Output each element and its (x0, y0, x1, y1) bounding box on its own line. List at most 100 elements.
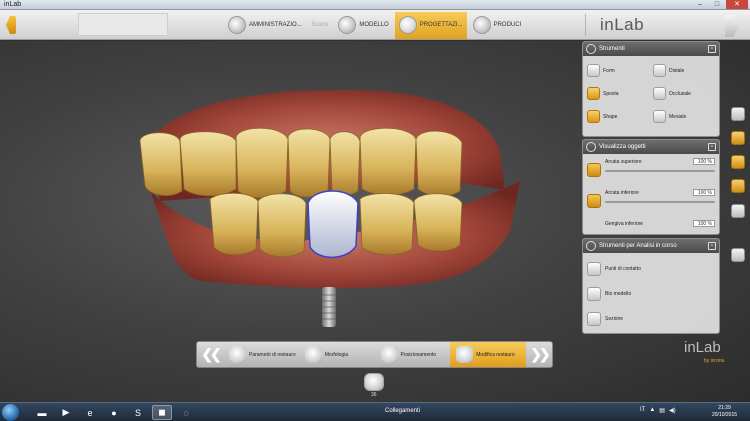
window-title: inLab (4, 1, 22, 8)
analysis-tools-panel: Strumenti per Analisi in corso ▫ Punti d… (582, 238, 720, 334)
analysis-contact-points[interactable]: Punti di contatto (587, 259, 717, 279)
visibility-icon (586, 142, 596, 152)
tool-shape[interactable]: Shape (587, 110, 617, 123)
tray-arrow-icon[interactable]: ▲ (649, 407, 655, 414)
phase-label: Scans (311, 22, 329, 28)
analysis-section[interactable]: Sezione (587, 309, 717, 329)
analysis-label: Bio modello (605, 291, 632, 297)
upper-arch-icon[interactable] (587, 163, 601, 177)
brand-watermark: inLab (684, 339, 721, 356)
step-positioning[interactable]: Posizionamento (375, 342, 451, 367)
file-explorer-icon[interactable]: ▬ (32, 405, 52, 420)
tool-label: Mesiale (669, 113, 687, 120)
panel-title: Strumenti (599, 46, 625, 52)
network-icon[interactable]: ▤ (659, 407, 665, 414)
positioning-tooth-icon (380, 346, 398, 363)
tool-label: Distale (669, 67, 685, 74)
skype-icon[interactable]: S (128, 405, 148, 420)
parameters-tooth-icon (229, 346, 246, 363)
chrome-icon[interactable]: ● (104, 405, 124, 420)
panel-header: Visualizza oggetti ▫ (583, 140, 719, 154)
previous-step-button[interactable]: ❮❮ (197, 342, 223, 367)
panel-header: Strumenti ▫ (583, 42, 719, 56)
measure-button[interactable] (731, 204, 745, 218)
tool-occlusal[interactable]: Occlusale (653, 87, 691, 100)
object-label: Gengiva inferiore (605, 221, 644, 227)
media-player-icon[interactable]: ▶ (56, 405, 76, 420)
next-button[interactable] (725, 15, 739, 37)
opacity-value[interactable]: 100 % (693, 220, 715, 227)
opacity-value[interactable]: 100 % (693, 189, 715, 196)
close-button[interactable]: ✕ (726, 0, 748, 9)
opacity-value[interactable]: 100 % (693, 158, 715, 165)
case-name-field[interactable] (78, 13, 168, 36)
analysis-icon (586, 241, 596, 251)
maximize-button[interactable]: □ (709, 0, 725, 9)
step-morphology[interactable]: Morfologia (299, 342, 375, 367)
inlab-app-icon[interactable]: ◼ (152, 405, 172, 420)
collapse-button[interactable]: ▫ (708, 143, 716, 151)
rotate-view-button[interactable] (731, 131, 745, 145)
step-label: Parametri di restauro (249, 351, 296, 358)
screenshot-button[interactable] (731, 179, 745, 193)
move-icon (587, 87, 600, 100)
window-titlebar: inLab – □ ✕ (0, 0, 750, 10)
phase-bar: AMMINISTRAZIO... Scans MODELLO PROGETTAZ… (224, 11, 525, 39)
tool-label: Occlusale (669, 90, 691, 97)
phase-model[interactable]: MODELLO (334, 12, 392, 39)
links-toolbar[interactable]: Collegamenti (385, 408, 420, 414)
clock[interactable]: 21:29 20/10/2015 (712, 405, 737, 419)
tool-label: Sposta (603, 90, 619, 97)
book-button[interactable] (731, 248, 745, 262)
collapse-button[interactable]: ▫ (708, 45, 716, 53)
opacity-slider[interactable] (605, 201, 715, 203)
tool-form[interactable]: Form (587, 64, 615, 77)
tool-mesial[interactable]: Mesiale (653, 110, 686, 123)
phase-label: AMMINISTRAZIO... (249, 22, 302, 28)
object-row: Arcata superiore 100 % (587, 157, 717, 187)
system-tray: IT ▲ ▤ ◀) (640, 407, 676, 414)
tool-label: Shape (603, 113, 618, 120)
volume-icon[interactable]: ◀) (669, 407, 676, 414)
step-label: Modifica restauro (476, 351, 515, 358)
minimize-button[interactable]: – (692, 0, 708, 9)
start-button-icon[interactable] (2, 404, 19, 421)
back-button[interactable] (4, 14, 18, 36)
phase-produce[interactable]: PRODUCI (469, 12, 526, 39)
morphology-tooth-icon (304, 346, 322, 363)
internet-explorer-icon[interactable]: e (80, 405, 100, 420)
language-indicator[interactable]: IT (640, 407, 645, 414)
phase-scans[interactable]: Scans (308, 12, 333, 39)
pan-view-button[interactable] (731, 155, 745, 169)
step-label: Morfologia (324, 351, 349, 358)
analysis-label: Punti di contatto (605, 266, 641, 272)
lower-arch-icon[interactable] (587, 194, 601, 208)
phase-administration[interactable]: AMMINISTRAZIO... (224, 12, 306, 39)
phase-label: PRODUCI (493, 22, 522, 28)
tool-move[interactable]: Sposta (587, 87, 619, 100)
section-icon (587, 312, 601, 326)
design-tooth-icon (398, 16, 417, 34)
restoration-selector-tooth-icon[interactable] (364, 373, 384, 391)
object-label: Arcata inferiore (605, 190, 639, 196)
windows-taskbar: ▬ ▶ e ● S ◼ ◌ Collegamenti IT ▲ ▤ ◀) 21:… (0, 402, 750, 421)
form-icon (587, 64, 600, 77)
phase-label: MODELLO (359, 22, 389, 28)
next-step-button[interactable]: ❯❯ (526, 342, 552, 367)
tooth-app-icon[interactable]: ◌ (176, 405, 196, 420)
collapse-button[interactable]: ▫ (708, 242, 716, 250)
divider (585, 14, 586, 36)
step-edit-restoration[interactable]: Modifica restauro (450, 342, 526, 367)
panel-title: Visualizza oggetti (599, 144, 646, 150)
analysis-bio-model[interactable]: Bio modello (587, 284, 717, 304)
window-controls: – □ ✕ (692, 0, 748, 10)
panel-header: Strumenti per Analisi in corso ▫ (583, 239, 719, 253)
step-restoration-parameters[interactable]: Parametri di restauro (223, 342, 299, 367)
phase-design[interactable]: PROGETTAZI... (394, 11, 467, 39)
object-row: Gengiva inferiore 100 % (587, 219, 717, 235)
edit-restoration-tooth-icon (456, 346, 474, 363)
back-arrow-icon (6, 16, 16, 34)
opacity-slider[interactable] (605, 170, 715, 172)
tool-distal[interactable]: Distale (653, 64, 684, 77)
view-cube-button[interactable] (731, 107, 745, 121)
